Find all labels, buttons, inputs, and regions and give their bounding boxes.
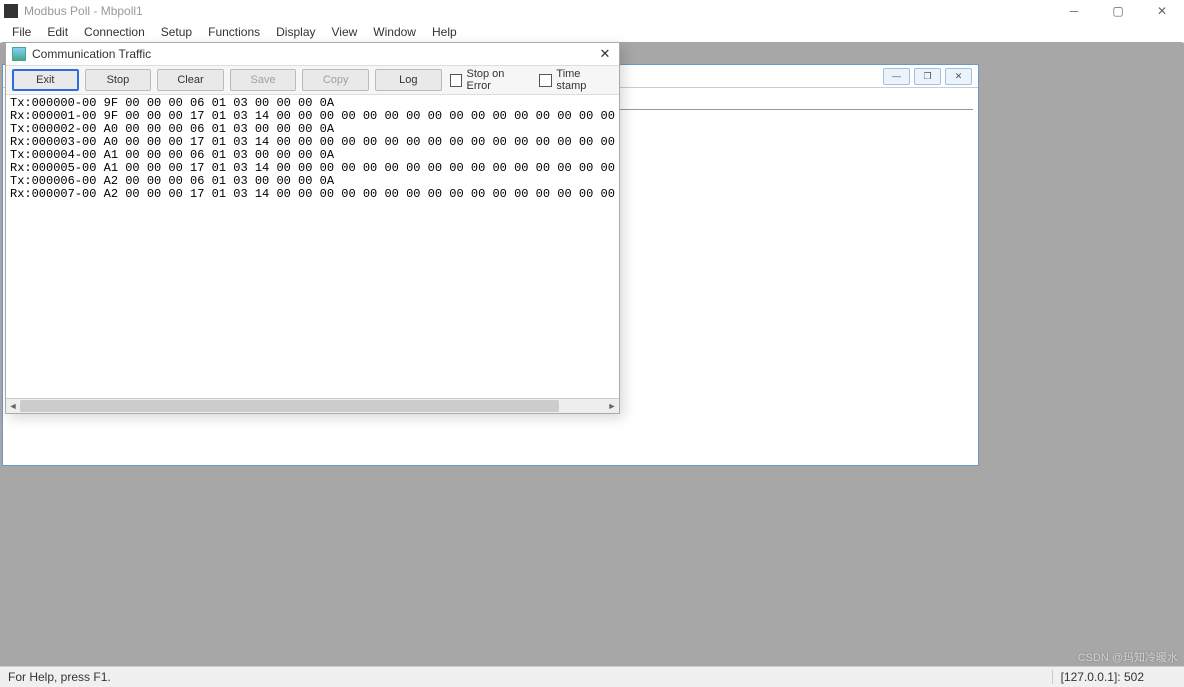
dialog-title: Communication Traffic (32, 47, 151, 61)
window-title: Modbus Poll - Mbpoll1 (24, 4, 143, 18)
horizontal-scrollbar[interactable]: ◄ ► (6, 398, 619, 413)
status-help-text: For Help, press F1. (0, 670, 119, 684)
time-stamp-label: Time stamp (556, 68, 613, 92)
scroll-right-arrow-icon[interactable]: ► (605, 399, 619, 413)
menu-setup[interactable]: Setup (153, 23, 200, 41)
scroll-thumb[interactable] (20, 400, 559, 412)
traffic-log-area[interactable]: Tx:000000-00 9F 00 00 00 06 01 03 00 00 … (6, 95, 619, 398)
menu-file[interactable]: File (4, 23, 39, 41)
log-button[interactable]: Log (375, 69, 442, 91)
mdi-client-area: — ❐ ✕ Communication Traffic ✕ Exit Stop … (2, 42, 1182, 667)
menu-view[interactable]: View (324, 23, 366, 41)
app-icon (4, 4, 18, 18)
communication-traffic-dialog: Communication Traffic ✕ Exit Stop Clear … (5, 42, 620, 414)
watermark-text: CSDN @玛知冷暖水 (1078, 649, 1178, 665)
maximize-button[interactable]: ▢ (1096, 0, 1140, 22)
child-minimize-button[interactable]: — (883, 68, 910, 85)
stop-on-error-label: Stop on Error (466, 68, 531, 92)
window-buttons: ─ ▢ ✕ (1052, 0, 1184, 22)
menu-functions[interactable]: Functions (200, 23, 268, 41)
menu-window[interactable]: Window (365, 23, 424, 41)
clear-button[interactable]: Clear (157, 69, 224, 91)
status-connection-text: [127.0.0.1]: 502 (1052, 670, 1184, 684)
traffic-log-text: Tx:000000-00 9F 00 00 00 06 01 03 00 00 … (6, 95, 619, 203)
menu-display[interactable]: Display (268, 23, 323, 41)
dialog-close-button[interactable]: ✕ (597, 46, 613, 62)
copy-button: Copy (302, 69, 369, 91)
checkbox-box-icon (539, 74, 552, 87)
save-button: Save (230, 69, 297, 91)
close-button[interactable]: ✕ (1140, 0, 1184, 22)
menu-help[interactable]: Help (424, 23, 465, 41)
stop-on-error-checkbox[interactable]: Stop on Error (450, 68, 532, 92)
child-restore-button[interactable]: ❐ (914, 68, 941, 85)
title-bar: Modbus Poll - Mbpoll1 ─ ▢ ✕ (0, 0, 1184, 22)
child-close-button[interactable]: ✕ (945, 68, 972, 85)
dialog-icon (12, 47, 26, 61)
dialog-titlebar[interactable]: Communication Traffic ✕ (6, 43, 619, 65)
scroll-left-arrow-icon[interactable]: ◄ (6, 399, 20, 413)
dialog-toolbar: Exit Stop Clear Save Copy Log Stop on Er… (6, 65, 619, 95)
stop-button[interactable]: Stop (85, 69, 152, 91)
menu-connection[interactable]: Connection (76, 23, 153, 41)
minimize-button[interactable]: ─ (1052, 0, 1096, 22)
time-stamp-checkbox[interactable]: Time stamp (539, 68, 613, 92)
status-bar: For Help, press F1. [127.0.0.1]: 502 (0, 666, 1184, 687)
checkbox-box-icon (450, 74, 463, 87)
menu-bar: File Edit Connection Setup Functions Dis… (0, 22, 1184, 43)
menu-edit[interactable]: Edit (39, 23, 76, 41)
exit-button[interactable]: Exit (12, 69, 79, 91)
